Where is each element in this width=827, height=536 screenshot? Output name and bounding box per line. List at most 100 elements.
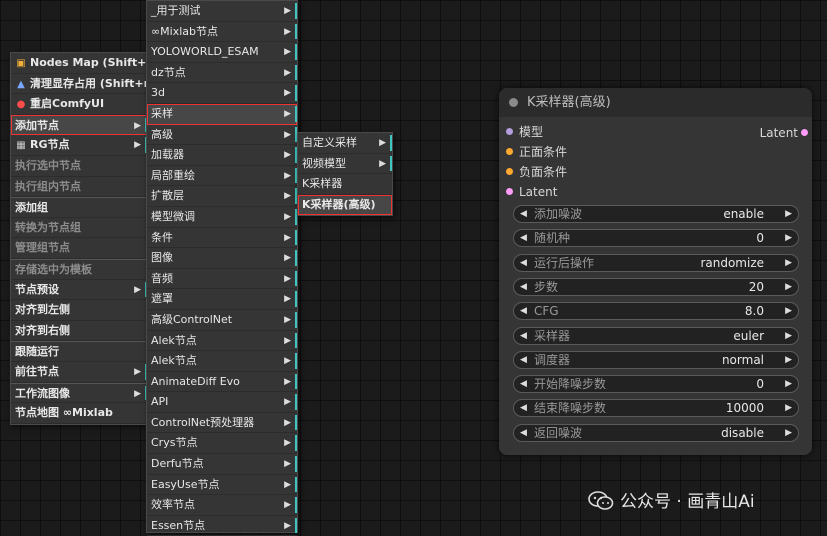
category-menu-item[interactable]: 采样 ▶ [147,103,297,125]
widget-1[interactable]: ◀ 随机种 0 ▶ [513,229,799,248]
category-menu-item[interactable]: Derfu节点 ▶ [147,454,297,475]
menu-item-label: _用于测试 [151,4,201,17]
input-slot[interactable]: Latent [506,183,557,201]
sampling-menu-item[interactable]: K采样器 [298,174,392,195]
menu-item-label: 3d [151,86,165,100]
category-menu-item[interactable]: 效率节点 ▶ [147,495,297,516]
category-menu-item[interactable]: AnimateDiff Evo ▶ [147,372,297,393]
input-label: 模型 [519,125,544,139]
category-menu-item[interactable]: 音频 ▶ [147,269,297,290]
arrow-right-icon[interactable]: ▶ [785,230,792,246]
category-menu-item[interactable]: Crys节点 ▶ [147,433,297,455]
arrow-left-icon[interactable]: ◀ [520,352,527,368]
ksampler-advanced-node[interactable]: K采样器(高级) 模型正面条件负面条件 Latent Latent ◀ 添加噪波 en… [499,88,812,455]
sampling-menu-item[interactable]: K采样器(高级) [298,194,392,216]
arrow-left-icon[interactable]: ◀ [520,279,527,295]
category-menu-item[interactable]: 高级ControlNet ▶ [147,310,297,331]
context-menu-item[interactable]: 节点地图 ∞Mixlab [11,403,147,424]
widget-8[interactable]: ◀ 结束降噪步数 10000 ▶ [513,399,799,418]
arrow-right-icon[interactable]: ▶ [785,303,792,319]
chevron-right-icon: ▶ [284,108,291,119]
chevron-right-icon: ▶ [284,273,291,284]
widget-6[interactable]: ◀ 调度器 normal ▶ [513,350,799,369]
chevron-right-icon: ▶ [134,388,141,399]
output-latent[interactable]: Latent [760,124,808,142]
category-menu-item[interactable]: 3d ▶ [147,83,297,104]
collapse-dot-icon[interactable] [509,98,518,107]
widget-7[interactable]: ◀ 开始降噪步数 0 ▶ [513,375,799,394]
widget-5[interactable]: ◀ 采样器 euler ▶ [513,326,799,345]
context-menu-item[interactable]: 对齐到左侧 [11,300,147,321]
input-slot[interactable]: 正面条件 [506,143,567,161]
widget-value: 0 [756,377,764,392]
input-slot[interactable]: 负面条件 [506,163,567,181]
arrow-left-icon[interactable]: ◀ [520,376,527,392]
context-menu-item[interactable]: 添加组 [11,197,147,218]
category-menu-item[interactable]: _用于测试 ▶ [147,1,297,22]
category-menu-item[interactable]: EasyUse节点 ▶ [147,475,297,496]
rg-icon: ▦ [16,140,26,152]
category-menu-item[interactable]: 局部重绘 ▶ [147,166,297,187]
category-menu-item[interactable]: Alek节点 ▶ [147,351,297,372]
context-menu-item[interactable]: ▦ RG节点 ▶ [11,135,147,156]
widget-0[interactable]: ◀ 添加噪波 enable ▶ [513,205,799,223]
category-menu-item[interactable]: 加载器 ▶ [147,145,297,166]
arrow-right-icon[interactable]: ▶ [785,279,792,295]
category-menu-item[interactable]: 模型微调 ▶ [147,207,297,228]
category-menu-item[interactable]: YOLOWORLD_ESAM ▶ [147,42,297,63]
arrow-right-icon[interactable]: ▶ [785,206,792,222]
category-menu-item[interactable]: ∞Mixlab节点 ▶ [147,22,297,43]
category-menu-item[interactable]: ControlNet预处理器 ▶ [147,413,297,434]
chevron-right-icon: ▶ [134,120,141,131]
widget-2[interactable]: ◀ 运行后操作 randomize ▶ [513,253,799,272]
arrow-left-icon[interactable]: ◀ [520,400,527,416]
input-pin-icon[interactable] [506,188,513,195]
arrow-left-icon[interactable]: ◀ [520,328,527,344]
menu-item-label: 添加节点 [15,118,59,132]
category-menu-item[interactable]: 条件 ▶ [147,228,297,249]
category-menu-item[interactable]: 遮罩 ▶ [147,289,297,310]
menu-item-label: 扩散层 [151,189,184,203]
context-menu-item[interactable]: ▲ 清理显存占用 (Shift+r) [11,74,147,95]
arrow-left-icon[interactable]: ◀ [520,425,527,441]
category-menu-item[interactable]: Alek节点 ▶ [147,331,297,352]
category-menu-item[interactable]: API ▶ [147,392,297,413]
widget-9[interactable]: ◀ 返回噪波 disable ▶ [513,423,799,442]
arrow-right-icon[interactable]: ▶ [785,376,792,392]
category-menu-item[interactable]: 高级 ▶ [147,125,297,146]
input-slot[interactable]: 模型 [506,123,544,141]
arrow-left-icon[interactable]: ◀ [520,303,527,319]
context-menu-item[interactable]: 对齐到右侧 [11,321,147,342]
category-menu-item[interactable]: 图像 ▶ [147,248,297,269]
arrow-left-icon[interactable]: ◀ [520,230,527,246]
input-pin-icon[interactable] [506,148,513,155]
arrow-right-icon[interactable]: ▶ [785,255,792,271]
chevron-right-icon: ▶ [134,366,141,377]
output-pin-icon[interactable] [801,129,808,136]
context-menu-item[interactable]: ▣ Nodes Map (Shift+m) [11,53,147,74]
sampling-menu-item[interactable]: 自定义采样 ▶ [298,133,392,154]
widget-4[interactable]: ◀ CFG 8.0 ▶ [513,302,799,321]
context-menu-item[interactable]: ● 重启ComfyUI [11,94,147,115]
context-menu-item[interactable]: 工作流图像 ▶ [11,382,147,404]
node-title-bar[interactable]: K采样器(高级) [499,88,812,117]
chevron-right-icon: ▶ [284,129,291,140]
arrow-right-icon[interactable]: ▶ [785,400,792,416]
arrow-right-icon[interactable]: ▶ [785,328,792,344]
menu-item-label: 加载器 [151,148,184,162]
context-menu-item[interactable]: 前往节点 ▶ [11,362,147,383]
input-pin-icon[interactable] [506,128,513,135]
input-pin-icon[interactable] [506,168,513,175]
category-menu-item[interactable]: Essen节点 ▶ [147,516,297,536]
arrow-right-icon[interactable]: ▶ [785,352,792,368]
category-menu-item[interactable]: dz节点 ▶ [147,63,297,84]
sampling-menu-item[interactable]: 视频模型 ▶ [298,154,392,175]
arrow-right-icon[interactable]: ▶ [785,425,792,441]
category-menu-item[interactable]: 扩散层 ▶ [147,186,297,207]
context-menu-item[interactable]: 添加节点 ▶ [11,114,147,136]
context-menu-item[interactable]: 节点预设 ▶ [11,280,147,301]
arrow-left-icon[interactable]: ◀ [520,255,527,271]
arrow-left-icon[interactable]: ◀ [520,206,527,222]
widget-3[interactable]: ◀ 步数 20 ▶ [513,277,799,296]
context-menu-item[interactable]: 跟随运行 [11,341,147,362]
